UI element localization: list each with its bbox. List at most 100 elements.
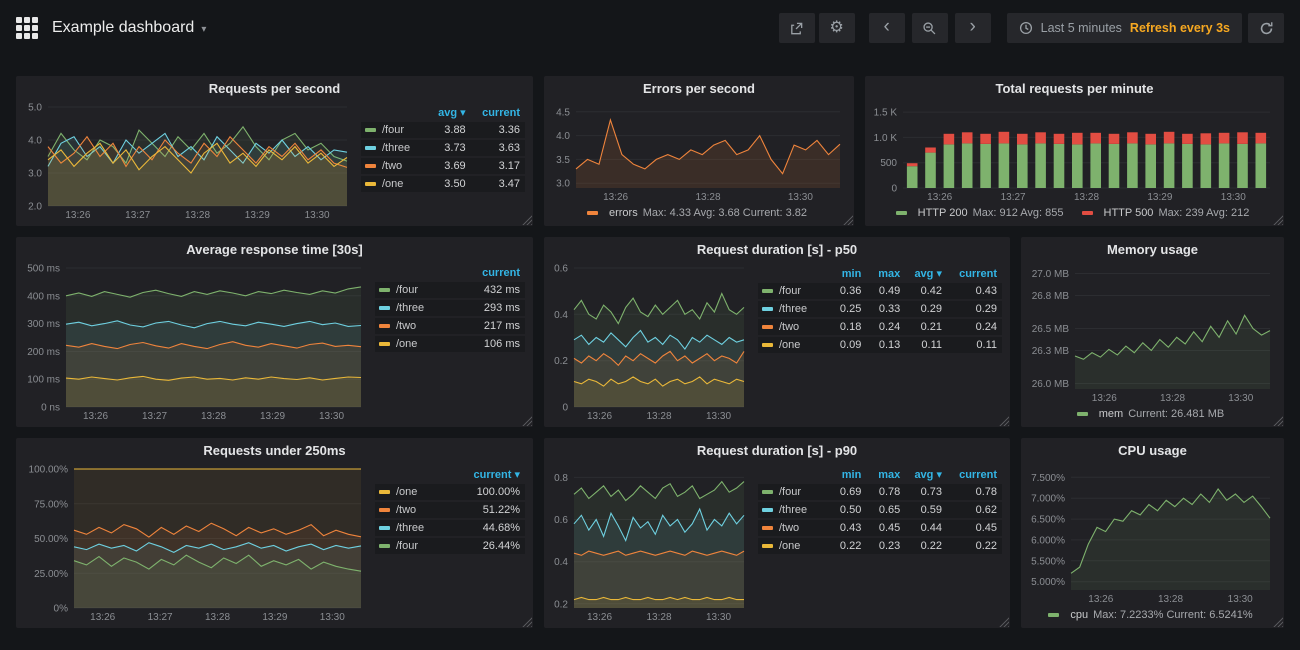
legend-column-header[interactable]: avg ▾ xyxy=(905,468,947,482)
legend-series-row[interactable]: /four0.360.490.420.43 xyxy=(758,283,1002,299)
legend-series-row[interactable]: /four26.44% xyxy=(375,538,525,554)
bar-segment xyxy=(925,148,936,153)
time-picker[interactable]: Last 5 minutes Refresh every 3s xyxy=(1007,13,1242,43)
series-color-marker xyxy=(762,343,773,347)
chart-canvas[interactable]: 2.03.04.05.013:2613:2713:2813:2913:30 xyxy=(18,100,355,222)
legend-series[interactable]: memCurrent: 26.481 MB xyxy=(1077,408,1224,420)
chart-canvas[interactable]: 00.20.40.613:2613:2813:30 xyxy=(546,261,752,423)
legend-series-row[interactable]: /four432 ms xyxy=(375,282,525,298)
legend-series-row[interactable]: /one3.503.47 xyxy=(361,176,525,192)
x-axis-label: 13:26 xyxy=(927,192,952,203)
legend: avg ▾current/four3.883.36/three3.733.63 /… xyxy=(355,100,527,222)
bar-segment xyxy=(1256,133,1267,144)
legend-series-row[interactable]: /two0.180.240.210.24 xyxy=(758,319,1002,335)
legend-series-row[interactable]: /one0.090.130.110.11 xyxy=(758,337,1002,353)
settings-button[interactable]: ⚙ xyxy=(819,13,855,43)
chart-canvas[interactable]: 26.0 MB26.3 MB26.5 MB26.8 MB27.0 MB13:26… xyxy=(1023,261,1278,405)
panel-request-duration-p90: Request duration [s] - p90 0.20.40.60.81… xyxy=(544,438,1010,628)
legend-series-row[interactable]: /one106 ms xyxy=(375,336,525,352)
chart-canvas[interactable]: 0.20.40.60.813:2613:2813:30 xyxy=(546,462,752,624)
legend-column-header[interactable]: max xyxy=(866,267,905,281)
legend-column-header[interactable]: current xyxy=(947,468,1002,482)
y-axis-label: 1.0 K xyxy=(874,133,898,144)
bar-segment xyxy=(962,143,973,188)
panel-title[interactable]: Requests under 250ms xyxy=(16,438,533,462)
y-axis-label: 0.6 xyxy=(554,264,568,275)
legend-series-row[interactable]: /two3.693.17 xyxy=(361,158,525,174)
legend-series-row[interactable]: /two51.22% xyxy=(375,502,525,518)
legend-series[interactable]: HTTP 200Max: 912 Avg: 855 xyxy=(896,207,1064,219)
legend-series-row[interactable]: /two0.430.450.440.45 xyxy=(758,520,1002,536)
legend-series[interactable]: errorsMax: 4.33 Avg: 3.68 Current: 3.82 xyxy=(587,207,807,219)
y-axis-label: 2.0 xyxy=(28,202,42,213)
legend-column-header[interactable]: avg ▾ xyxy=(905,267,947,281)
legend-series-row[interactable]: /three293 ms xyxy=(375,300,525,316)
legend-column-header[interactable]: current xyxy=(471,106,525,120)
legend-series-row[interactable]: /one0.220.230.220.22 xyxy=(758,538,1002,554)
panel-title[interactable]: Memory usage xyxy=(1021,237,1284,261)
legend-series-row[interactable]: /four3.883.36 xyxy=(361,122,525,138)
series-name: mem xyxy=(1099,408,1123,420)
panel-title[interactable]: Total requests per minute xyxy=(865,76,1284,100)
bar-segment xyxy=(1237,132,1248,144)
time-back-button[interactable]: ‹ xyxy=(869,13,905,43)
legend-series[interactable]: cpuMax: 7.2233% Current: 6.5241% xyxy=(1048,609,1252,621)
x-axis-label: 13:27 xyxy=(142,411,167,422)
legend-column-header[interactable]: current xyxy=(947,267,1002,281)
dashboard-title[interactable]: Example dashboard ▾ xyxy=(52,19,206,37)
legend-column-header[interactable]: current ▾ xyxy=(451,468,525,482)
bar-segment xyxy=(1127,143,1138,188)
panel-title[interactable]: Request duration [s] - p50 xyxy=(544,237,1010,261)
legend-series-row[interactable]: /three3.733.63 xyxy=(361,140,525,156)
legend-series-row[interactable]: /three0.250.330.290.29 xyxy=(758,301,1002,317)
refresh-button[interactable] xyxy=(1248,13,1284,43)
x-axis-label: 13:28 xyxy=(205,612,230,623)
bar-segment xyxy=(999,132,1010,144)
series-name: errors xyxy=(609,207,638,219)
legend-column-header[interactable]: current xyxy=(457,267,525,280)
legend-column-header[interactable]: min xyxy=(827,468,866,482)
y-axis-label: 4.0 xyxy=(556,131,570,142)
gear-icon: ⚙ xyxy=(829,20,843,36)
legend-series-row[interactable]: /two217 ms xyxy=(375,318,525,334)
chart-canvas[interactable]: 0 ns100 ms200 ms300 ms400 ms500 ms13:261… xyxy=(18,261,369,423)
chevron-left-icon: ‹ xyxy=(883,17,889,39)
panel-title[interactable]: CPU usage xyxy=(1021,438,1284,462)
legend-series[interactable]: HTTP 500 Max: 239 Avg: 212 xyxy=(1082,207,1250,219)
y-axis-label: 3.5 xyxy=(556,155,570,166)
legend: current/four432 ms/three293 ms/two217 ms… xyxy=(369,261,527,423)
zoom-out-button[interactable] xyxy=(912,13,948,43)
series-color-marker xyxy=(379,288,390,292)
panel-total-requests-per-minute: Total requests per minute 05001.0 K1.5 K… xyxy=(865,76,1284,226)
chart-canvas[interactable]: 3.03.54.04.513:2613:2813:30 xyxy=(546,100,848,204)
series-stats: Max: 239 Avg: 212 xyxy=(1158,207,1249,219)
grafana-logo-icon[interactable] xyxy=(16,17,38,39)
y-axis-label: 200 ms xyxy=(27,347,60,358)
panel-title[interactable]: Average response time [30s] xyxy=(16,237,533,261)
x-axis-label: 13:29 xyxy=(262,612,287,623)
series-color-marker xyxy=(587,211,598,215)
legend-column-header[interactable]: min xyxy=(827,267,866,281)
panel-title[interactable]: Errors per second xyxy=(544,76,854,100)
legend-series-row[interactable]: /one100.00% xyxy=(375,484,525,500)
x-axis-label: 13:27 xyxy=(148,612,173,623)
chart-canvas[interactable]: 0%25.00%50.00%75.00%100.00%13:2613:2713:… xyxy=(18,462,369,624)
legend-series-row[interactable]: /three44.68% xyxy=(375,520,525,536)
panel-title[interactable]: Request duration [s] - p90 xyxy=(544,438,1010,462)
panel-title[interactable]: Requests per second xyxy=(16,76,533,100)
bar-segment xyxy=(1090,133,1101,144)
clock-icon xyxy=(1019,21,1033,35)
chart-canvas[interactable]: 5.000%5.500%6.000%6.500%7.000%7.500%13:2… xyxy=(1023,462,1278,606)
series-name: HTTP 500 xyxy=(1104,207,1154,219)
legend-column-header[interactable]: avg ▾ xyxy=(430,106,471,120)
legend-series-row[interactable]: /three0.500.650.590.62 xyxy=(758,502,1002,518)
legend-series-row[interactable]: /four0.690.780.730.78 xyxy=(758,484,1002,500)
series-color-marker xyxy=(762,508,773,512)
chart-canvas[interactable]: 05001.0 K1.5 K13:2613:2713:2813:2913:30 xyxy=(867,100,1278,204)
series-color-marker xyxy=(379,508,390,512)
time-forward-button[interactable]: › xyxy=(955,13,991,43)
legend-table: minmaxavg ▾current/four0.360.490.420.43 /… xyxy=(758,265,1002,355)
y-axis-label: 25.00% xyxy=(34,569,68,580)
share-button[interactable] xyxy=(779,13,815,43)
legend-column-header[interactable]: max xyxy=(866,468,905,482)
